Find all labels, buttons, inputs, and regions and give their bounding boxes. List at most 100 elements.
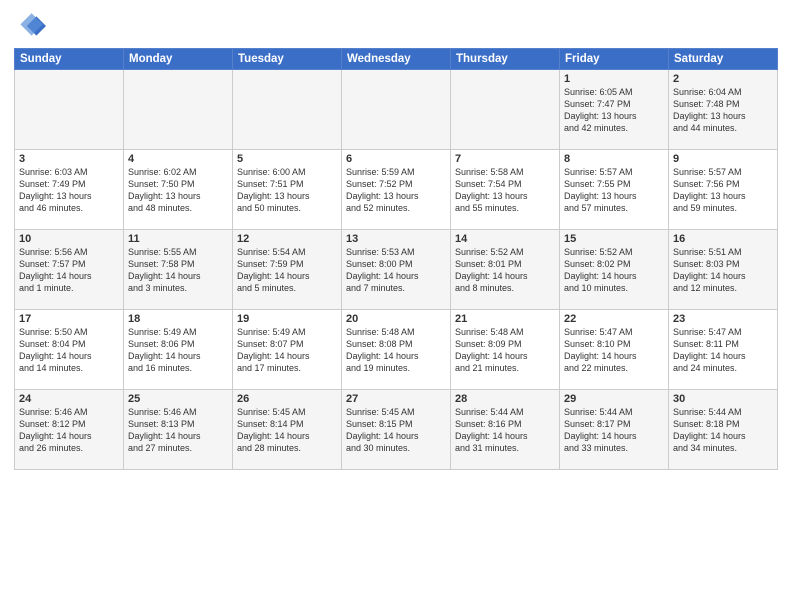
calendar-week-1: 1Sunrise: 6:05 AMSunset: 7:47 PMDaylight…: [15, 70, 778, 150]
calendar-cell: 10Sunrise: 5:56 AMSunset: 7:57 PMDayligh…: [15, 230, 124, 310]
weekday-header-tuesday: Tuesday: [233, 49, 342, 70]
day-number: 3: [19, 153, 119, 165]
calendar-header-row: SundayMondayTuesdayWednesdayThursdayFrid…: [15, 49, 778, 70]
calendar-cell: [15, 70, 124, 150]
day-info: Sunrise: 5:44 AMSunset: 8:16 PMDaylight:…: [455, 406, 555, 455]
calendar-cell: 29Sunrise: 5:44 AMSunset: 8:17 PMDayligh…: [560, 390, 669, 470]
day-number: 5: [237, 153, 337, 165]
calendar-cell: 25Sunrise: 5:46 AMSunset: 8:13 PMDayligh…: [124, 390, 233, 470]
calendar-cell: 4Sunrise: 6:02 AMSunset: 7:50 PMDaylight…: [124, 150, 233, 230]
day-info: Sunrise: 5:44 AMSunset: 8:17 PMDaylight:…: [564, 406, 664, 455]
day-number: 1: [564, 73, 664, 85]
day-number: 12: [237, 233, 337, 245]
calendar-cell: 20Sunrise: 5:48 AMSunset: 8:08 PMDayligh…: [342, 310, 451, 390]
day-number: 15: [564, 233, 664, 245]
weekday-header-saturday: Saturday: [669, 49, 778, 70]
day-number: 2: [673, 73, 773, 85]
day-info: Sunrise: 6:00 AMSunset: 7:51 PMDaylight:…: [237, 166, 337, 215]
day-info: Sunrise: 5:47 AMSunset: 8:10 PMDaylight:…: [564, 326, 664, 375]
page: SundayMondayTuesdayWednesdayThursdayFrid…: [0, 0, 792, 612]
day-info: Sunrise: 5:52 AMSunset: 8:01 PMDaylight:…: [455, 246, 555, 295]
calendar-cell: 1Sunrise: 6:05 AMSunset: 7:47 PMDaylight…: [560, 70, 669, 150]
day-info: Sunrise: 6:04 AMSunset: 7:48 PMDaylight:…: [673, 86, 773, 135]
day-number: 23: [673, 313, 773, 325]
day-number: 13: [346, 233, 446, 245]
day-info: Sunrise: 6:03 AMSunset: 7:49 PMDaylight:…: [19, 166, 119, 215]
calendar-cell: 12Sunrise: 5:54 AMSunset: 7:59 PMDayligh…: [233, 230, 342, 310]
day-number: 27: [346, 393, 446, 405]
day-number: 6: [346, 153, 446, 165]
day-info: Sunrise: 5:44 AMSunset: 8:18 PMDaylight:…: [673, 406, 773, 455]
calendar-cell: 22Sunrise: 5:47 AMSunset: 8:10 PMDayligh…: [560, 310, 669, 390]
logo-icon: [14, 10, 46, 42]
day-number: 7: [455, 153, 555, 165]
calendar-week-4: 17Sunrise: 5:50 AMSunset: 8:04 PMDayligh…: [15, 310, 778, 390]
calendar-cell: [451, 70, 560, 150]
day-number: 18: [128, 313, 228, 325]
calendar-cell: 24Sunrise: 5:46 AMSunset: 8:12 PMDayligh…: [15, 390, 124, 470]
day-number: 11: [128, 233, 228, 245]
calendar-cell: 7Sunrise: 5:58 AMSunset: 7:54 PMDaylight…: [451, 150, 560, 230]
day-info: Sunrise: 5:51 AMSunset: 8:03 PMDaylight:…: [673, 246, 773, 295]
day-number: 25: [128, 393, 228, 405]
day-info: Sunrise: 5:59 AMSunset: 7:52 PMDaylight:…: [346, 166, 446, 215]
day-number: 10: [19, 233, 119, 245]
day-number: 29: [564, 393, 664, 405]
calendar-cell: 9Sunrise: 5:57 AMSunset: 7:56 PMDaylight…: [669, 150, 778, 230]
header: [14, 10, 778, 42]
day-info: Sunrise: 6:02 AMSunset: 7:50 PMDaylight:…: [128, 166, 228, 215]
day-info: Sunrise: 5:49 AMSunset: 8:06 PMDaylight:…: [128, 326, 228, 375]
calendar-cell: 23Sunrise: 5:47 AMSunset: 8:11 PMDayligh…: [669, 310, 778, 390]
day-info: Sunrise: 5:50 AMSunset: 8:04 PMDaylight:…: [19, 326, 119, 375]
day-info: Sunrise: 5:53 AMSunset: 8:00 PMDaylight:…: [346, 246, 446, 295]
day-number: 17: [19, 313, 119, 325]
calendar-cell: 18Sunrise: 5:49 AMSunset: 8:06 PMDayligh…: [124, 310, 233, 390]
day-number: 14: [455, 233, 555, 245]
day-number: 28: [455, 393, 555, 405]
calendar-cell: 28Sunrise: 5:44 AMSunset: 8:16 PMDayligh…: [451, 390, 560, 470]
calendar-cell: 19Sunrise: 5:49 AMSunset: 8:07 PMDayligh…: [233, 310, 342, 390]
calendar-week-5: 24Sunrise: 5:46 AMSunset: 8:12 PMDayligh…: [15, 390, 778, 470]
calendar-cell: 17Sunrise: 5:50 AMSunset: 8:04 PMDayligh…: [15, 310, 124, 390]
day-info: Sunrise: 5:45 AMSunset: 8:15 PMDaylight:…: [346, 406, 446, 455]
calendar-table: SundayMondayTuesdayWednesdayThursdayFrid…: [14, 48, 778, 470]
calendar-cell: 27Sunrise: 5:45 AMSunset: 8:15 PMDayligh…: [342, 390, 451, 470]
day-number: 9: [673, 153, 773, 165]
day-number: 4: [128, 153, 228, 165]
day-info: Sunrise: 5:48 AMSunset: 8:08 PMDaylight:…: [346, 326, 446, 375]
calendar-cell: 6Sunrise: 5:59 AMSunset: 7:52 PMDaylight…: [342, 150, 451, 230]
day-info: Sunrise: 5:56 AMSunset: 7:57 PMDaylight:…: [19, 246, 119, 295]
day-number: 22: [564, 313, 664, 325]
day-info: Sunrise: 5:52 AMSunset: 8:02 PMDaylight:…: [564, 246, 664, 295]
calendar-cell: 11Sunrise: 5:55 AMSunset: 7:58 PMDayligh…: [124, 230, 233, 310]
day-number: 30: [673, 393, 773, 405]
calendar-cell: 13Sunrise: 5:53 AMSunset: 8:00 PMDayligh…: [342, 230, 451, 310]
calendar-cell: 14Sunrise: 5:52 AMSunset: 8:01 PMDayligh…: [451, 230, 560, 310]
day-info: Sunrise: 5:54 AMSunset: 7:59 PMDaylight:…: [237, 246, 337, 295]
day-info: Sunrise: 6:05 AMSunset: 7:47 PMDaylight:…: [564, 86, 664, 135]
day-info: Sunrise: 5:57 AMSunset: 7:55 PMDaylight:…: [564, 166, 664, 215]
weekday-header-monday: Monday: [124, 49, 233, 70]
weekday-header-thursday: Thursday: [451, 49, 560, 70]
day-info: Sunrise: 5:48 AMSunset: 8:09 PMDaylight:…: [455, 326, 555, 375]
logo: [14, 10, 48, 42]
day-number: 19: [237, 313, 337, 325]
day-info: Sunrise: 5:49 AMSunset: 8:07 PMDaylight:…: [237, 326, 337, 375]
calendar-cell: 3Sunrise: 6:03 AMSunset: 7:49 PMDaylight…: [15, 150, 124, 230]
day-number: 16: [673, 233, 773, 245]
calendar-cell: 5Sunrise: 6:00 AMSunset: 7:51 PMDaylight…: [233, 150, 342, 230]
day-info: Sunrise: 5:47 AMSunset: 8:11 PMDaylight:…: [673, 326, 773, 375]
day-info: Sunrise: 5:55 AMSunset: 7:58 PMDaylight:…: [128, 246, 228, 295]
weekday-header-wednesday: Wednesday: [342, 49, 451, 70]
calendar-cell: 26Sunrise: 5:45 AMSunset: 8:14 PMDayligh…: [233, 390, 342, 470]
day-number: 20: [346, 313, 446, 325]
calendar-cell: 16Sunrise: 5:51 AMSunset: 8:03 PMDayligh…: [669, 230, 778, 310]
day-number: 8: [564, 153, 664, 165]
calendar-cell: [342, 70, 451, 150]
calendar-cell: [124, 70, 233, 150]
weekday-header-sunday: Sunday: [15, 49, 124, 70]
day-info: Sunrise: 5:57 AMSunset: 7:56 PMDaylight:…: [673, 166, 773, 215]
calendar-cell: 8Sunrise: 5:57 AMSunset: 7:55 PMDaylight…: [560, 150, 669, 230]
day-number: 21: [455, 313, 555, 325]
calendar-cell: 15Sunrise: 5:52 AMSunset: 8:02 PMDayligh…: [560, 230, 669, 310]
